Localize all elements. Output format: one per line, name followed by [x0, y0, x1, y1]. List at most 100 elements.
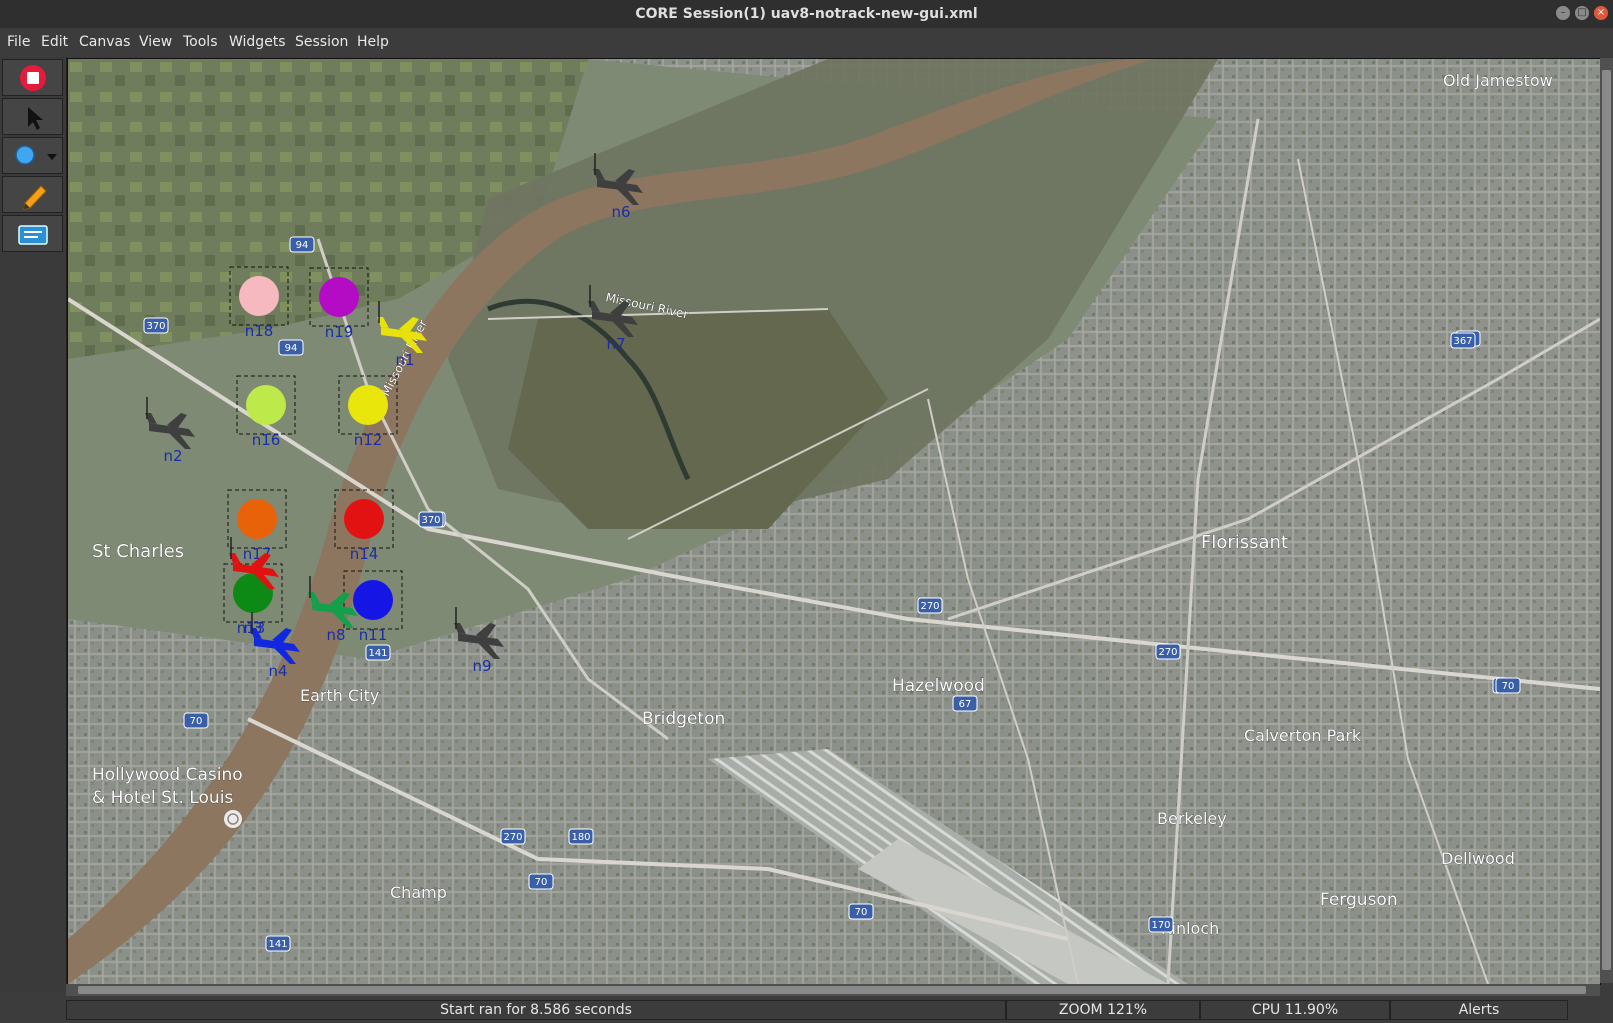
status-bar: Start ran for 8.586 seconds ZOOM 121% CP…: [66, 998, 1613, 1023]
place-label-bridgeton: Bridgeton: [642, 709, 725, 729]
stop-icon: [20, 65, 46, 91]
menu-canvas[interactable]: Canvas: [79, 34, 130, 50]
cpu-status: CPU 11.90%: [1200, 1000, 1390, 1020]
place-label-calverton-park: Calverton Park: [1244, 726, 1362, 745]
satellite-map[interactable]: Old Jamestow St Charles Florissant Hazel…: [68, 59, 1600, 984]
highway-shield-label: 270: [1158, 647, 1177, 658]
highway-shield-icon: 70: [528, 873, 554, 890]
highway-shield-icon: 70: [848, 903, 874, 920]
node-label: n6: [611, 203, 630, 221]
place-label-old-jamestown: Old Jamestow: [1443, 71, 1553, 90]
place-label-hazelwood: Hazelwood: [892, 676, 985, 696]
highway-shield-label: 270: [503, 832, 522, 843]
menu-tools[interactable]: Tools: [183, 34, 218, 50]
close-icon[interactable]: ×: [1594, 6, 1608, 20]
node-label: n18: [245, 322, 274, 340]
place-label-berkeley: Berkeley: [1157, 809, 1227, 828]
horizontal-scrollbar[interactable]: [66, 984, 1600, 996]
node-label: n19: [325, 323, 354, 341]
link-layer-icon: [15, 145, 57, 165]
highway-shield-icon: 370: [418, 511, 444, 528]
menu-session[interactable]: Session: [295, 34, 348, 50]
place-label-champ: Champ: [390, 883, 447, 902]
place-label-earth-city: Earth City: [300, 686, 379, 705]
title-bar: CORE Session(1) uav8-notrack-new-gui.xml…: [0, 0, 1613, 28]
place-label-casino-line2: & Hotel St. Louis: [92, 788, 233, 808]
place-label-dellwood: Dellwood: [1441, 849, 1515, 868]
menu-bar: File Edit Canvas View Tools Widgets Sess…: [0, 28, 1613, 56]
highway-shield-icon: 94: [278, 339, 304, 356]
node-label: n1: [395, 351, 414, 369]
maximize-icon[interactable]: □: [1575, 6, 1589, 20]
node-label: n2: [163, 447, 182, 465]
alerts-button[interactable]: Alerts: [1390, 1000, 1568, 1020]
menu-edit[interactable]: Edit: [41, 34, 68, 50]
widgets-button[interactable]: [2, 215, 63, 252]
highway-shield-label: 70: [855, 907, 868, 918]
highway-shield-icon: 270: [1155, 643, 1181, 660]
highway-shield-icon: 270: [500, 828, 526, 845]
widget-icon: [18, 225, 48, 245]
node-label: n9: [472, 657, 491, 675]
marker-icon: [23, 185, 47, 210]
window-title: CORE Session(1) uav8-notrack-new-gui.xml: [635, 6, 978, 22]
horizontal-scroll-thumb[interactable]: [78, 986, 1586, 994]
node-circle-icon: [319, 277, 359, 317]
highway-shield-label: 70: [1502, 681, 1515, 692]
menu-view[interactable]: View: [139, 34, 172, 50]
stop-button[interactable]: [2, 59, 63, 96]
highway-shield-label: 367: [1453, 336, 1472, 347]
node-circle-icon: [246, 385, 286, 425]
highway-shield-icon: 170: [1148, 916, 1174, 933]
vertical-scroll-thumb[interactable]: [1602, 70, 1611, 970]
highway-shield-icon: 141: [265, 935, 291, 952]
place-label-st-charles: St Charles: [92, 541, 184, 562]
casino-pin-icon: [224, 810, 242, 828]
highway-shield-label: 67: [959, 699, 972, 710]
place-label-casino-line1: Hollywood Casino: [92, 765, 243, 785]
select-icon: [28, 107, 43, 130]
node-label: n11: [359, 626, 388, 644]
status-message: Start ran for 8.586 seconds: [66, 1000, 1006, 1020]
highway-shield-label: 141: [268, 939, 287, 950]
highway-shield-icon: 367: [1450, 332, 1476, 349]
highway-shield-label: 180: [571, 832, 590, 843]
highway-shield-icon: 70: [1495, 677, 1521, 694]
node-label: n7: [606, 335, 625, 353]
highway-shield-icon: 67: [952, 695, 978, 712]
observer-widget-button[interactable]: [2, 137, 63, 174]
node-label: n14: [350, 545, 379, 563]
node-circle-icon: [353, 580, 393, 620]
highway-shield-icon: 94: [289, 236, 315, 253]
minimize-icon[interactable]: –: [1556, 6, 1570, 20]
vertical-scrollbar[interactable]: [1600, 58, 1613, 983]
menu-file[interactable]: File: [7, 34, 30, 50]
annotate-button[interactable]: [2, 176, 63, 213]
highway-shield-label: 170: [1151, 920, 1170, 931]
zoom-status: ZOOM 121%: [1006, 1000, 1200, 1020]
node-label: n8: [326, 626, 345, 644]
highway-shield-label: 94: [296, 240, 309, 251]
node-circle-icon: [239, 276, 279, 316]
highway-shield-label: 141: [368, 648, 387, 659]
highway-shield-label: 70: [190, 716, 203, 727]
map-canvas[interactable]: Old Jamestow St Charles Florissant Hazel…: [67, 58, 1601, 985]
menu-widgets[interactable]: Widgets: [229, 34, 286, 50]
highway-shield-icon: 370: [143, 317, 169, 334]
node-label: n4: [268, 662, 287, 680]
menu-help[interactable]: Help: [357, 34, 389, 50]
highway-shield-label: 94: [285, 343, 298, 354]
node-label: n12: [354, 431, 383, 449]
select-tool-button[interactable]: [2, 98, 63, 135]
highway-shield-label: 370: [146, 321, 165, 332]
highway-shield-icon: 70: [183, 712, 209, 729]
highway-shield-label: 70: [535, 877, 548, 888]
highway-shield-icon: 141: [365, 644, 391, 661]
highway-shield-icon: 180: [568, 828, 594, 845]
highway-shield-icon: 270: [917, 597, 943, 614]
node-circle-icon: [237, 499, 277, 539]
place-label-ferguson: Ferguson: [1320, 890, 1398, 910]
node-circle-icon: [348, 385, 388, 425]
node-label: n16: [252, 431, 281, 449]
highway-shield-label: 270: [920, 601, 939, 612]
